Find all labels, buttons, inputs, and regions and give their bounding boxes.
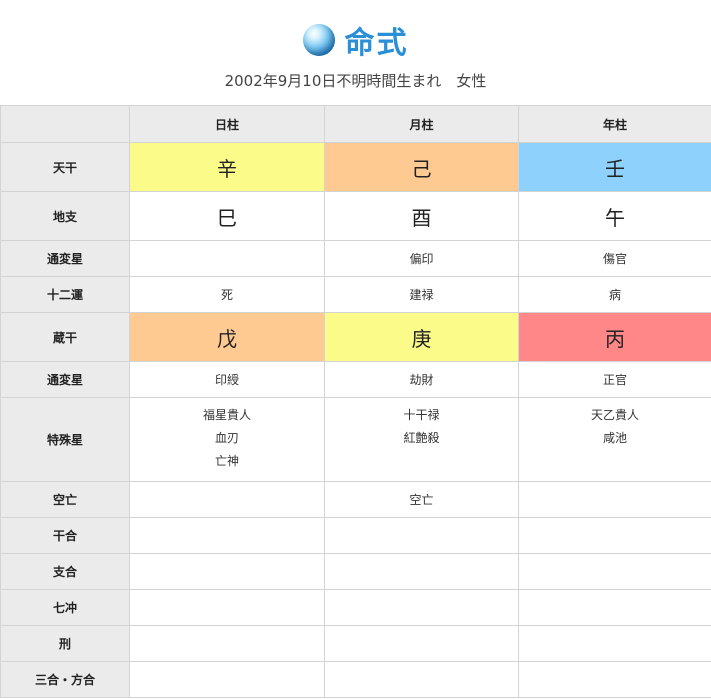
- special-star: 福星貴人: [202, 408, 251, 422]
- row-label-tenkan: 天干: [0, 142, 130, 192]
- cell-sango-day: [129, 661, 325, 698]
- column-header-row: 日柱 月柱 年柱: [0, 105, 711, 143]
- cell-sango-month: [324, 661, 519, 698]
- cell-tenkan-year: 壬: [518, 142, 711, 192]
- cell-kei-month: [324, 625, 519, 662]
- cell-sango-year: [518, 661, 711, 698]
- cell-zoukan-month: 庚: [324, 312, 519, 362]
- cell-shigo-day: [129, 553, 325, 590]
- row-label-shichichu: 七冲: [0, 589, 130, 626]
- cell-shichichu-day: [129, 589, 325, 626]
- cell-tsuhen1-month: 偏印: [324, 240, 519, 277]
- row-label-kei: 刑: [0, 625, 130, 662]
- cell-chishi-day: 巳: [129, 191, 325, 241]
- cell-kubo-month: 空亡: [324, 481, 519, 518]
- cell-shigo-year: [518, 553, 711, 590]
- cell-chishi-year: 午: [518, 191, 711, 241]
- meishiki-table: 日柱 月柱 年柱 天干 辛 己 壬 地支 巳 酉 午 通変星 偏印 傷官 十二運…: [0, 105, 711, 698]
- header: 命式 2002年9月10日不明時間生まれ 女性: [0, 0, 711, 104]
- title-row: 命式: [0, 18, 711, 62]
- cell-tsuhen2-year: 正官: [518, 361, 711, 398]
- column-header-month: 月柱: [324, 105, 519, 143]
- row-chishi: 地支 巳 酉 午: [0, 191, 711, 241]
- row-zoukan: 蔵干 戊 庚 丙: [0, 312, 711, 362]
- cell-juniun-year: 病: [518, 276, 711, 313]
- row-tokushu: 特殊星 福星貴人 血刃 亡神 十干禄 紅艶殺 天乙貴人 咸池: [0, 397, 711, 482]
- row-label-kango: 干合: [0, 517, 130, 554]
- row-label-tsuhen2: 通変星: [0, 361, 130, 398]
- special-star: 咸池: [602, 431, 627, 445]
- cell-shichichu-month: [324, 589, 519, 626]
- row-sango: 三合・方合: [0, 661, 711, 698]
- cell-juniun-month: 建禄: [324, 276, 519, 313]
- cell-shichichu-year: [518, 589, 711, 626]
- cell-kubo-day: [129, 481, 325, 518]
- cell-kango-month: [324, 517, 519, 554]
- cell-tokushu-day: 福星貴人 血刃 亡神: [129, 397, 325, 482]
- row-kubo: 空亡 空亡: [0, 481, 711, 518]
- cell-tokushu-year: 天乙貴人 咸池: [518, 397, 711, 482]
- column-header-year: 年柱: [518, 105, 711, 143]
- cell-zoukan-day: 戊: [129, 312, 325, 362]
- row-tsuhen2: 通変星 印綬 劫財 正官: [0, 361, 711, 398]
- column-header-day: 日柱: [129, 105, 325, 143]
- row-shichichu: 七冲: [0, 589, 711, 626]
- cell-kango-day: [129, 517, 325, 554]
- cell-zoukan-year: 丙: [518, 312, 711, 362]
- cell-juniun-day: 死: [129, 276, 325, 313]
- cell-tsuhen2-day: 印綬: [129, 361, 325, 398]
- row-kango: 干合: [0, 517, 711, 554]
- cell-tsuhen2-month: 劫財: [324, 361, 519, 398]
- special-star: 天乙貴人: [590, 408, 639, 422]
- cell-chishi-month: 酉: [324, 191, 519, 241]
- row-label-zoukan: 蔵干: [0, 312, 130, 362]
- row-label-juniun: 十二運: [0, 276, 130, 313]
- cell-kei-day: [129, 625, 325, 662]
- row-tsuhen1: 通変星 偏印 傷官: [0, 240, 711, 277]
- corner-cell: [0, 105, 130, 143]
- crystal-ball-icon: [302, 24, 335, 56]
- cell-tsuhen1-year: 傷官: [518, 240, 711, 277]
- cell-tokushu-month: 十干禄 紅艶殺: [324, 397, 519, 482]
- row-kei: 刑: [0, 625, 711, 662]
- cell-kubo-year: [518, 481, 711, 518]
- row-label-shigo: 支合: [0, 553, 130, 590]
- cell-shigo-month: [324, 553, 519, 590]
- row-shigo: 支合: [0, 553, 711, 590]
- cell-kango-year: [518, 517, 711, 554]
- cell-kei-year: [518, 625, 711, 662]
- cell-tenkan-day: 辛: [129, 142, 325, 192]
- special-star: 十干禄: [403, 408, 440, 422]
- row-label-kubo: 空亡: [0, 481, 130, 518]
- page-title: 命式: [344, 26, 409, 61]
- special-star: 亡神: [214, 454, 239, 468]
- row-label-tokushu: 特殊星: [0, 397, 130, 482]
- special-star: 紅艶殺: [403, 431, 440, 445]
- row-juniun: 十二運 死 建禄 病: [0, 276, 711, 313]
- row-tenkan: 天干 辛 己 壬: [0, 142, 711, 192]
- row-label-sango: 三合・方合: [0, 661, 130, 698]
- cell-tenkan-month: 己: [324, 142, 519, 192]
- row-label-tsuhen1: 通変星: [0, 240, 130, 277]
- row-label-chishi: 地支: [0, 191, 130, 241]
- birth-info: 2002年9月10日不明時間生まれ 女性: [224, 72, 487, 90]
- cell-tsuhen1-day: [129, 240, 325, 277]
- special-star: 血刃: [214, 431, 239, 445]
